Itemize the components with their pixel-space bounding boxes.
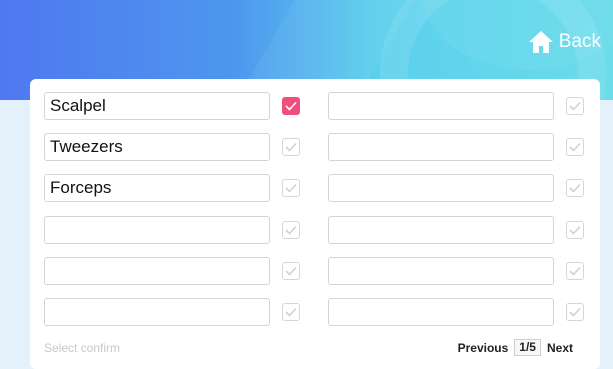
checkmark-icon [569, 225, 581, 235]
next-page-button[interactable]: Next [547, 341, 573, 355]
checkbox-right[interactable] [566, 138, 584, 156]
item-row [30, 298, 600, 328]
checkmark-icon [569, 142, 581, 152]
item-input-right[interactable] [328, 257, 554, 285]
checkmark-icon [569, 307, 581, 317]
item-card [30, 79, 600, 369]
item-input-right[interactable] [328, 216, 554, 244]
checkbox-right[interactable] [566, 179, 584, 197]
checkbox-left[interactable] [282, 262, 300, 280]
checkbox-right[interactable] [566, 97, 584, 115]
back-button[interactable]: Back [528, 28, 601, 56]
checkmark-icon [569, 101, 581, 111]
item-row [30, 257, 600, 287]
checkmark-icon [285, 266, 297, 276]
item-input-left[interactable] [44, 133, 270, 161]
checkmark-icon [285, 225, 297, 235]
item-row [30, 216, 600, 246]
pagination: Previous 1/5 Next [458, 339, 573, 356]
checkbox-right[interactable] [566, 221, 584, 239]
item-input-right[interactable] [328, 174, 554, 202]
checkmark-icon [285, 101, 297, 111]
item-input-left[interactable] [44, 92, 270, 120]
checkbox-left[interactable] [282, 97, 300, 115]
checkbox-right[interactable] [566, 303, 584, 321]
checkbox-left[interactable] [282, 221, 300, 239]
item-input-left[interactable] [44, 298, 270, 326]
home-icon [528, 31, 553, 53]
checkbox-left[interactable] [282, 179, 300, 197]
checkmark-icon [285, 183, 297, 193]
page-indicator: 1/5 [514, 339, 541, 356]
item-input-right[interactable] [328, 298, 554, 326]
item-input-left[interactable] [44, 174, 270, 202]
item-input-right[interactable] [328, 92, 554, 120]
item-input-right[interactable] [328, 133, 554, 161]
item-row [30, 92, 600, 122]
checkbox-left[interactable] [282, 138, 300, 156]
item-input-left[interactable] [44, 216, 270, 244]
item-row [30, 174, 600, 204]
checkmark-icon [285, 142, 297, 152]
item-row [30, 133, 600, 163]
previous-page-button[interactable]: Previous [458, 341, 509, 355]
checkbox-right[interactable] [566, 262, 584, 280]
item-input-left[interactable] [44, 257, 270, 285]
checkbox-left[interactable] [282, 303, 300, 321]
checkmark-icon [569, 266, 581, 276]
checkmark-icon [569, 183, 581, 193]
select-confirm-button[interactable]: Select confirm [44, 341, 120, 355]
back-label: Back [558, 31, 601, 52]
checkmark-icon [285, 307, 297, 317]
